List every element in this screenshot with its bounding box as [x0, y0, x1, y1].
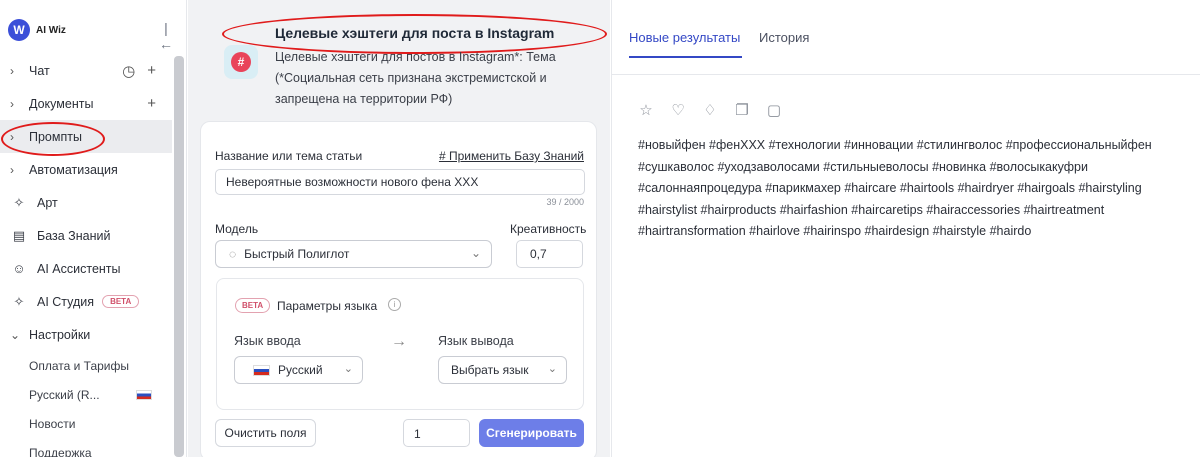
- chevron-right-icon: ›: [10, 129, 14, 144]
- hashtag-icon: #: [224, 45, 258, 79]
- prompt-description: Целевые хэштеги для постов в Instagram*:…: [275, 50, 556, 106]
- sidebar-item-art[interactable]: ✧ Арт: [0, 186, 172, 219]
- sidebar: W AI Wiz |← › Чат ◷ + › Документы + › Про…: [0, 0, 187, 457]
- sidebar-subitem-billing[interactable]: Оплата и Тарифы: [0, 351, 172, 380]
- output-language-select[interactable]: Выбрать язык ⌄: [438, 356, 567, 384]
- sidebar-item-label: Чат: [29, 63, 50, 78]
- plus-icon[interactable]: +: [147, 95, 156, 112]
- model-select-value: Быстрый Полиглот: [244, 247, 350, 261]
- generate-button[interactable]: Сгенерировать: [479, 419, 584, 447]
- creativity-label: Креативность: [510, 222, 587, 236]
- lightbulb-icon: ◌: [229, 247, 237, 261]
- book-icon: ▤: [12, 227, 26, 243]
- sidebar-item-automation[interactable]: › Автоматизация: [0, 153, 172, 186]
- topic-label: Название или тема статьи: [215, 149, 363, 163]
- result-actions: ☆ ♡ ♢ ❐ ▢: [637, 102, 783, 120]
- sidebar-item-label: Настройки: [29, 327, 91, 342]
- active-tab-indicator: [629, 56, 742, 58]
- output-language-value: Выбрать язык: [451, 363, 529, 377]
- sidebar-subitem-label: Новости: [29, 416, 76, 431]
- chevron-down-icon: ⌄: [343, 363, 353, 375]
- sidebar-item-ai-studio[interactable]: ✧ AI Студия BETA: [0, 285, 172, 318]
- prompt-title: Целевые хэштеги для поста в Instagram: [275, 25, 555, 41]
- chevron-down-icon: ⌄: [470, 246, 481, 260]
- apply-knowledge-base-link[interactable]: # Применить Базу Знаний: [439, 149, 584, 163]
- clear-fields-button[interactable]: Очистить поля: [215, 419, 316, 447]
- char-count: 39 / 2000: [546, 197, 584, 207]
- chevron-right-icon: ›: [10, 96, 14, 111]
- language-settings-title: Параметры языка: [277, 299, 378, 313]
- sidebar-nav: › Чат ◷ + › Документы + › Промпты › Автом…: [0, 54, 172, 457]
- info-icon[interactable]: i: [388, 298, 401, 311]
- input-language-value: Русский: [278, 363, 323, 377]
- sidebar-item-label: Промпты: [29, 129, 82, 144]
- results-panel: Новые результаты История ☆ ♡ ♢ ❐ ▢ #новы…: [611, 0, 1200, 457]
- sidebar-subitem-support[interactable]: Поддержка: [0, 438, 172, 457]
- sidebar-item-label: AI Студия: [37, 294, 95, 309]
- sidebar-subitem-label: Оплата и Тарифы: [29, 358, 129, 373]
- sparkle-icon: ✧: [13, 194, 25, 210]
- input-language-select[interactable]: Русский ⌄: [234, 356, 363, 384]
- beta-badge: BETA: [102, 295, 140, 308]
- sidebar-item-chat[interactable]: › Чат ◷ +: [0, 54, 172, 87]
- sidebar-item-label: База Знаний: [37, 228, 111, 243]
- copy-icon[interactable]: ❐: [733, 102, 751, 120]
- thumbs-down-icon[interactable]: ♢: [701, 102, 719, 120]
- collapse-sidebar-icon[interactable]: |←: [158, 20, 174, 52]
- sidebar-item-label: Документы: [29, 96, 94, 111]
- russia-flag-icon: [136, 390, 152, 400]
- star-icon[interactable]: ☆: [637, 102, 655, 120]
- thumbs-up-icon[interactable]: ♡: [669, 102, 687, 120]
- sparkle-icon: ✧: [13, 293, 25, 309]
- arrow-right-icon: →: [391, 333, 407, 350]
- chevron-down-icon: ⌄: [10, 327, 21, 342]
- input-language-label: Язык ввода: [234, 334, 301, 348]
- sidebar-item-documents[interactable]: › Документы +: [0, 87, 172, 120]
- sidebar-item-knowledge-base[interactable]: ▤ База Знаний: [0, 219, 172, 252]
- beta-badge: BETA: [235, 298, 271, 313]
- model-select[interactable]: ◌ Быстрый Полиглот ⌄: [215, 240, 492, 268]
- russia-flag-icon: [253, 364, 270, 376]
- creativity-input[interactable]: 0,7: [516, 240, 583, 268]
- chevron-right-icon: ›: [10, 63, 14, 78]
- sidebar-subitem-label: Русский (R...: [29, 387, 100, 402]
- tab-history[interactable]: История: [759, 30, 809, 45]
- results-tabs: Новые результаты История: [612, 0, 1200, 75]
- result-text: #новыйфен #фенXXX #технологии #инновации…: [638, 138, 1152, 239]
- plus-icon[interactable]: +: [147, 62, 156, 80]
- sidebar-scrollbar[interactable]: [174, 56, 184, 457]
- sidebar-item-settings[interactable]: ⌄ Настройки: [0, 318, 172, 351]
- results-count-input[interactable]: 1: [403, 419, 470, 447]
- app-logo[interactable]: W AI Wiz |←: [8, 18, 178, 52]
- sidebar-subitem-news[interactable]: Новости: [0, 409, 172, 438]
- sidebar-subitem-language[interactable]: Русский (R...: [0, 380, 172, 409]
- sidebar-item-label: Автоматизация: [29, 162, 118, 177]
- sidebar-item-prompts[interactable]: › Промпты: [0, 120, 172, 153]
- history-icon[interactable]: ◷: [122, 62, 135, 80]
- sidebar-item-ai-assistants[interactable]: ☺ AI Ассистенты: [0, 252, 172, 285]
- prompt-form: Название или тема статьи # Применить Баз…: [200, 121, 597, 457]
- logo-icon: W: [8, 19, 30, 41]
- sidebar-subitem-label: Поддержка: [29, 445, 92, 457]
- language-settings: BETA Параметры языка i Язык ввода → Язык…: [216, 278, 584, 410]
- sidebar-item-label: Арт: [37, 195, 58, 210]
- sidebar-item-label: AI Ассистенты: [37, 261, 121, 276]
- output-language-label: Язык вывода: [438, 334, 514, 348]
- tab-new-results[interactable]: Новые результаты: [629, 30, 740, 45]
- document-icon[interactable]: ▢: [765, 102, 783, 120]
- model-label: Модель: [215, 222, 259, 236]
- chevron-right-icon: ›: [10, 162, 14, 177]
- chevron-down-icon: ⌄: [547, 363, 557, 375]
- topic-input[interactable]: Невероятные возможности нового фена XXX: [215, 169, 585, 195]
- logo-text: AI Wiz: [36, 24, 66, 36]
- robot-icon: ☺: [12, 261, 26, 276]
